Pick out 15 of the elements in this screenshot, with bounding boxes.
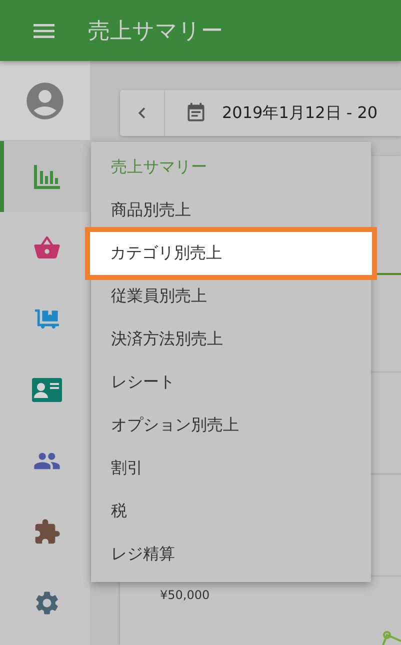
menu-item[interactable]: 決済方法別売上 xyxy=(91,318,371,361)
sidebar-item[interactable] xyxy=(0,141,90,212)
menu-item[interactable]: 割引 xyxy=(91,447,371,490)
menu-item[interactable]: カテゴリ別売上 xyxy=(90,232,372,275)
menu-item[interactable]: 税 xyxy=(91,490,371,533)
date-range-button[interactable]: 2019年1月12日 - 20 xyxy=(165,90,401,136)
menu-item[interactable]: 従業員別売上 xyxy=(91,275,371,318)
menu-item[interactable]: レジ精算 xyxy=(91,533,371,576)
axis-label: ¥50,000 xyxy=(160,588,210,602)
account-button[interactable] xyxy=(0,61,90,141)
page-title: 売上サマリー xyxy=(88,18,223,46)
menu-item[interactable]: レシート xyxy=(91,361,371,404)
calendar-icon xyxy=(185,102,207,124)
menu-item[interactable]: 商品別売上 xyxy=(91,189,371,232)
menu-item[interactable]: オプション別売上 xyxy=(91,404,371,447)
